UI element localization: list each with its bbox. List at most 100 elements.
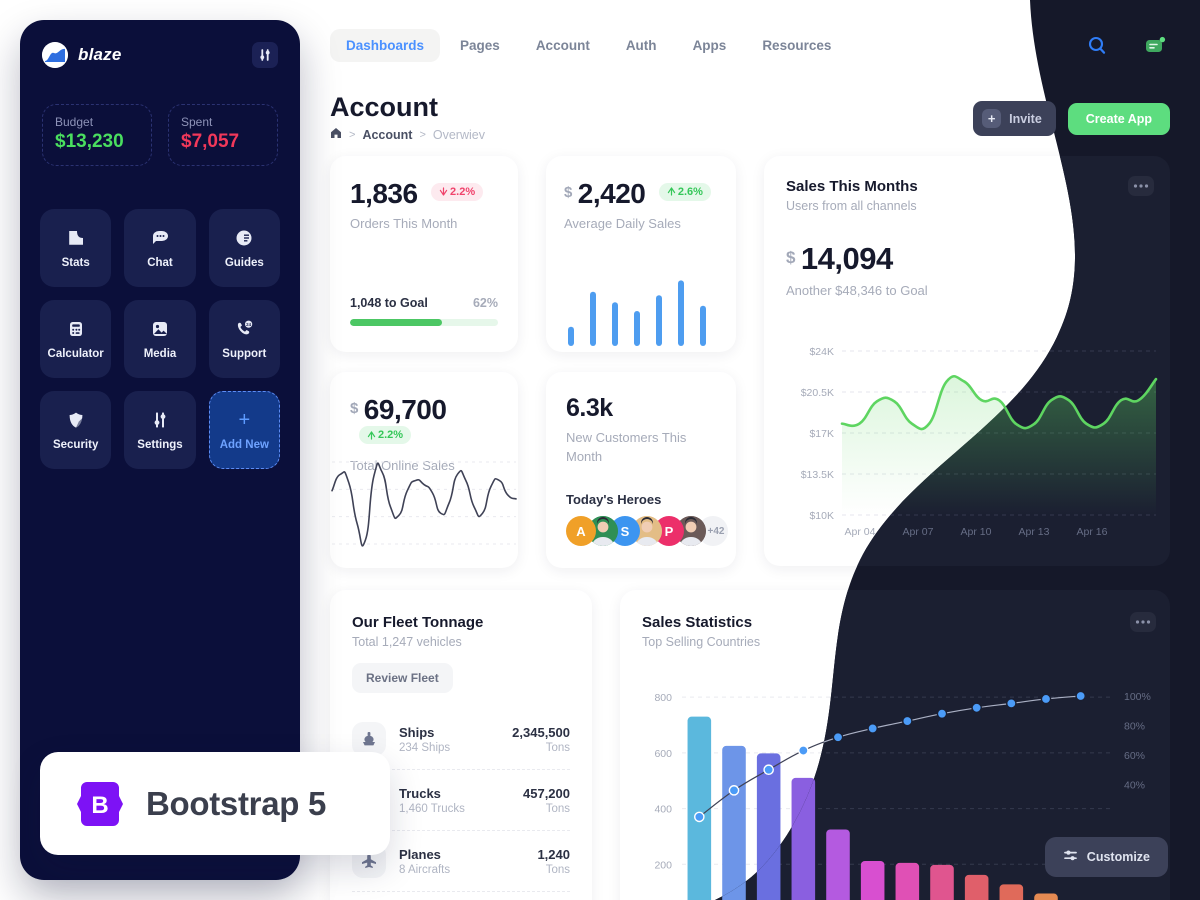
breadcrumb-separator-2: > [419, 128, 426, 141]
total-online-sales-line-chart [331, 461, 517, 547]
blaze-logo-icon [42, 42, 68, 68]
nav-item-auth[interactable]: Auth [610, 29, 673, 62]
fleet-row-meta: 234 Ships [399, 741, 451, 754]
orders-label: Orders This Month [350, 216, 458, 231]
svg-text:$24K: $24K [809, 346, 834, 358]
fleet-row-value: 457,200 [523, 785, 570, 801]
fleet-row-unit: Tons [545, 802, 570, 815]
brand[interactable]: blaze [42, 42, 122, 68]
svg-text:Apr 16: Apr 16 [1077, 526, 1108, 538]
svg-text:Apr 13: Apr 13 [1019, 526, 1050, 538]
spent-value: $7,057 [181, 131, 240, 152]
heroes-avatar-list: A S P +42 [566, 516, 728, 546]
sidebar-tile-calculator[interactable]: Calculator [40, 300, 112, 378]
orders-value-row: 1,836 2.2% [350, 178, 498, 210]
search-icon[interactable] [1084, 33, 1110, 59]
sidebar-stat-budget: Budget $13,230 [42, 104, 152, 166]
header-icons [1084, 33, 1168, 59]
bootstrap-logo-icon: B [74, 778, 126, 830]
svg-text:800: 800 [654, 692, 672, 704]
breadcrumb-item-account[interactable]: Account [362, 128, 412, 142]
sales-month-subtitle: Users from all channels [786, 199, 917, 213]
invite-label: Invite [1009, 111, 1042, 126]
avg-change-value: 2.6% [677, 185, 703, 198]
card-orders-this-month: 1,836 2.2% Orders This Month 1,048 to Go… [330, 156, 518, 352]
dot-2 [1137, 620, 1141, 624]
dot-3 [1145, 184, 1148, 188]
card-sales-this-months: Sales This Months Users from all channel… [764, 156, 1170, 566]
sliders-icon [260, 49, 270, 61]
sidebar-settings-button[interactable] [252, 42, 278, 68]
sales-month-menu-button[interactable] [1128, 176, 1154, 196]
fleet-title: Our Fleet Tonnage [352, 614, 484, 631]
sidebar-tile-add-new[interactable]: + Add New [208, 391, 280, 469]
fleet-row-meta: 8 Aircrafts [399, 863, 451, 876]
bar-chart-icon [65, 227, 87, 249]
online-change-badge: 2.2% [359, 426, 412, 444]
svg-text:Apr 04: Apr 04 [845, 526, 876, 538]
avg-label: Average Daily Sales [564, 216, 681, 231]
svg-text:600: 600 [654, 748, 672, 760]
sidebar-tile-support[interactable]: 24 Support [208, 300, 280, 378]
dot-2 [1139, 184, 1143, 188]
sidebar-tile-chat[interactable]: Chat [124, 209, 196, 287]
sidebar-tile-settings[interactable]: Settings [124, 391, 196, 469]
todays-heroes-block: Today's Heroes A S P +42 [566, 492, 728, 546]
svg-text:Apr 07: Apr 07 [903, 526, 934, 538]
nav-item-pages[interactable]: Pages [444, 29, 516, 62]
review-fleet-button[interactable]: Review Fleet [352, 663, 453, 693]
svg-text:200: 200 [654, 859, 672, 871]
nav-item-account[interactable]: Account [520, 29, 606, 62]
bootstrap-badge-label: Bootstrap 5 [146, 784, 327, 822]
card-new-customers: 6.3k New Customers This Month Today's He… [546, 372, 736, 568]
card-average-daily-sales: $ 2,420 2.6% Average Daily Sales [546, 156, 736, 352]
app-root: Dashboards Pages Account Auth Apps Resou… [0, 0, 1200, 900]
new-customers-label: New Customers This Month [566, 430, 687, 464]
breadcrumb: > Account > Overwiev [330, 127, 485, 142]
fleet-row-meta: 1,460 Trucks [399, 802, 465, 815]
svg-text:400: 400 [654, 804, 672, 816]
avg-currency: $ [564, 183, 573, 201]
fleet-row[interactable]: Trains804,300 [352, 891, 570, 900]
sidebar-tile-label: Security [52, 439, 99, 451]
create-app-button[interactable]: Create App [1067, 102, 1170, 135]
budget-label: Budget [55, 115, 94, 129]
svg-text:40%: 40% [1124, 779, 1145, 791]
avatar[interactable]: A [566, 516, 596, 546]
notifications-icon[interactable] [1142, 33, 1168, 59]
sales-month-value: 14,094 [800, 241, 893, 276]
ship-icon [352, 722, 386, 756]
orders-goal-text: 1,048 to Goal [350, 296, 428, 310]
sidebar-tile-label: Support [222, 348, 267, 360]
orders-change-badge: 2.2% [431, 182, 484, 201]
orders-value: 1,836 [350, 178, 418, 209]
sidebar-stat-spent: Spent $7,057 [168, 104, 278, 166]
online-value: 69,700 [363, 394, 447, 425]
avg-value: 2,420 [577, 178, 646, 209]
sidebar-tile-media[interactable]: Media [124, 300, 196, 378]
nav-item-resources[interactable]: Resources [746, 29, 847, 62]
sidebar-tile-guides[interactable]: Guides [208, 209, 280, 287]
heroes-title: Today's Heroes [566, 492, 662, 507]
home-icon[interactable] [330, 127, 342, 142]
nav-item-dashboards[interactable]: Dashboards [330, 29, 441, 62]
invite-button[interactable]: + Invite [973, 101, 1056, 136]
svg-text:B: B [91, 792, 108, 819]
nav-item-apps[interactable]: Apps [677, 29, 743, 62]
sales-month-title: Sales This Months [786, 178, 918, 195]
card-total-online-sales: $ 69,700 2.2% Total Online Sales [330, 372, 518, 568]
sidebar-tile-stats[interactable]: Stats [40, 209, 112, 287]
sidebar-tile-label: Chat [147, 257, 173, 269]
svg-text:24: 24 [246, 322, 251, 327]
sliders-icon [1063, 848, 1078, 866]
breadcrumb-item-current: Overwiev [432, 127, 485, 142]
sales-month-currency: $ [786, 247, 796, 267]
svg-text:$20.5K: $20.5K [801, 387, 834, 399]
fleet-row-text: Trucks 1,460 Trucks [399, 786, 465, 815]
sidebar-tile-security[interactable]: Security [40, 391, 112, 469]
sidebar-header: blaze [20, 20, 300, 68]
sales-this-months-area-chart: $24K $20.5K $17K $13.5K $10K Apr 04 Apr 07 Apr … [801, 346, 1158, 538]
sales-stats-menu-button[interactable] [1126, 612, 1152, 632]
online-change-value: 2.2% [378, 429, 404, 441]
customize-button[interactable]: Customize [1044, 837, 1168, 877]
